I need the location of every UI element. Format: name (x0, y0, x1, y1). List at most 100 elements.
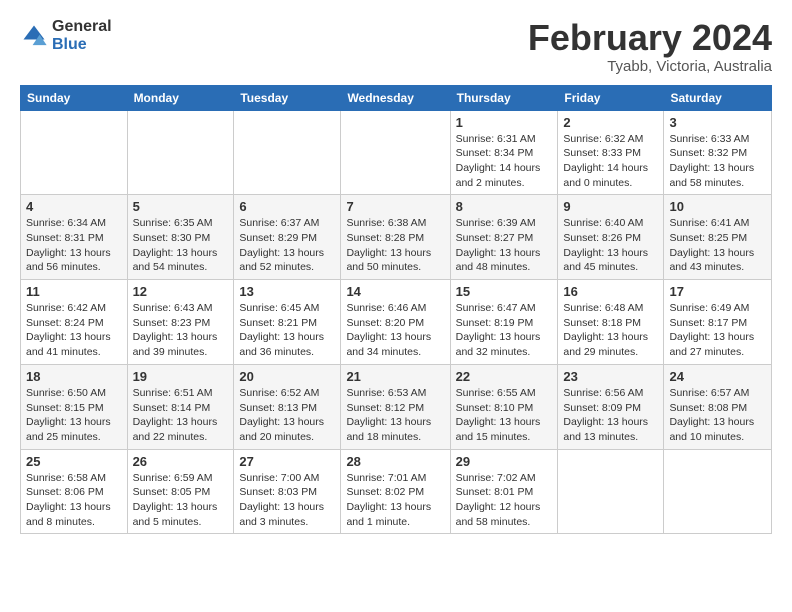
day-info: Sunrise: 6:32 AMSunset: 8:33 PMDaylight:… (563, 132, 658, 191)
day-number: 21 (346, 369, 444, 384)
calendar-cell: 9 Sunrise: 6:40 AMSunset: 8:26 PMDaylight… (558, 195, 664, 280)
logo-general: General (52, 18, 112, 36)
day-info: Sunrise: 6:31 AMSunset: 8:34 PMDaylight:… (456, 132, 553, 191)
day-number: 2 (563, 115, 658, 130)
calendar-cell: 7 Sunrise: 6:38 AMSunset: 8:28 PMDaylight… (341, 195, 450, 280)
day-info: Sunrise: 6:43 AMSunset: 8:23 PMDaylight:… (133, 301, 229, 360)
day-info: Sunrise: 6:37 AMSunset: 8:29 PMDaylight:… (239, 216, 335, 275)
day-info: Sunrise: 6:51 AMSunset: 8:14 PMDaylight:… (133, 386, 229, 445)
day-info: Sunrise: 6:34 AMSunset: 8:31 PMDaylight:… (26, 216, 122, 275)
day-info: Sunrise: 6:33 AMSunset: 8:32 PMDaylight:… (669, 132, 766, 191)
col-header-friday: Friday (558, 85, 664, 110)
day-info: Sunrise: 6:45 AMSunset: 8:21 PMDaylight:… (239, 301, 335, 360)
calendar-cell: 29 Sunrise: 7:02 AMSunset: 8:01 PMDayligh… (450, 449, 558, 534)
calendar-cell: 2 Sunrise: 6:32 AMSunset: 8:33 PMDaylight… (558, 110, 664, 195)
day-number: 8 (456, 199, 553, 214)
day-info: Sunrise: 6:55 AMSunset: 8:10 PMDaylight:… (456, 386, 553, 445)
day-info: Sunrise: 6:47 AMSunset: 8:19 PMDaylight:… (456, 301, 553, 360)
calendar-header-row: SundayMondayTuesdayWednesdayThursdayFrid… (21, 85, 772, 110)
calendar-cell: 25 Sunrise: 6:58 AMSunset: 8:06 PMDayligh… (21, 449, 128, 534)
day-info: Sunrise: 6:46 AMSunset: 8:20 PMDaylight:… (346, 301, 444, 360)
day-info: Sunrise: 7:00 AMSunset: 8:03 PMDaylight:… (239, 471, 335, 530)
header: General Blue February 2024 Tyabb, Victor… (20, 18, 772, 75)
logo: General Blue (20, 18, 112, 53)
calendar-cell: 26Sunrise: 6:59 AMSunset: 8:05 PMDayligh… (127, 449, 234, 534)
calendar-cell: 13 Sunrise: 6:45 AMSunset: 8:21 PMDayligh… (234, 280, 341, 365)
day-info: Sunrise: 6:58 AMSunset: 8:06 PMDaylight:… (26, 471, 122, 530)
day-number: 9 (563, 199, 658, 214)
day-info: Sunrise: 7:02 AMSunset: 8:01 PMDaylight:… (456, 471, 553, 530)
day-number: 16 (563, 284, 658, 299)
calendar-cell: 15 Sunrise: 6:47 AMSunset: 8:19 PMDayligh… (450, 280, 558, 365)
calendar-cell: 20 Sunrise: 6:52 AMSunset: 8:13 PMDayligh… (234, 364, 341, 449)
calendar-cell: 14 Sunrise: 6:46 AMSunset: 8:20 PMDayligh… (341, 280, 450, 365)
calendar-cell (234, 110, 341, 195)
page: General Blue February 2024 Tyabb, Victor… (0, 0, 792, 544)
day-info: Sunrise: 6:50 AMSunset: 8:15 PMDaylight:… (26, 386, 122, 445)
day-info: Sunrise: 6:57 AMSunset: 8:08 PMDaylight:… (669, 386, 766, 445)
calendar-cell: 21 Sunrise: 6:53 AMSunset: 8:12 PMDayligh… (341, 364, 450, 449)
day-number: 19 (133, 369, 229, 384)
calendar-week-row: 11 Sunrise: 6:42 AMSunset: 8:24 PMDayligh… (21, 280, 772, 365)
day-number: 25 (26, 454, 122, 469)
day-number: 13 (239, 284, 335, 299)
col-header-saturday: Saturday (664, 85, 772, 110)
logo-icon (20, 22, 48, 50)
calendar-cell: 24 Sunrise: 6:57 AMSunset: 8:08 PMDayligh… (664, 364, 772, 449)
day-info: Sunrise: 6:38 AMSunset: 8:28 PMDaylight:… (346, 216, 444, 275)
day-number: 10 (669, 199, 766, 214)
day-number: 11 (26, 284, 122, 299)
calendar-week-row: 4 Sunrise: 6:34 AMSunset: 8:31 PMDaylight… (21, 195, 772, 280)
day-info: Sunrise: 6:42 AMSunset: 8:24 PMDaylight:… (26, 301, 122, 360)
day-number: 22 (456, 369, 553, 384)
day-info: Sunrise: 6:39 AMSunset: 8:27 PMDaylight:… (456, 216, 553, 275)
day-info: Sunrise: 6:48 AMSunset: 8:18 PMDaylight:… (563, 301, 658, 360)
day-info: Sunrise: 6:41 AMSunset: 8:25 PMDaylight:… (669, 216, 766, 275)
day-info: Sunrise: 6:53 AMSunset: 8:12 PMDaylight:… (346, 386, 444, 445)
day-info: Sunrise: 6:59 AMSunset: 8:05 PMDaylight:… (133, 471, 229, 530)
day-number: 27 (239, 454, 335, 469)
title-area: February 2024 Tyabb, Victoria, Australia (528, 18, 772, 75)
day-number: 17 (669, 284, 766, 299)
calendar-cell (558, 449, 664, 534)
calendar-cell: 19 Sunrise: 6:51 AMSunset: 8:14 PMDayligh… (127, 364, 234, 449)
day-number: 23 (563, 369, 658, 384)
day-number: 7 (346, 199, 444, 214)
calendar-cell: 1 Sunrise: 6:31 AMSunset: 8:34 PMDaylight… (450, 110, 558, 195)
calendar-cell (127, 110, 234, 195)
day-number: 20 (239, 369, 335, 384)
day-number: 15 (456, 284, 553, 299)
calendar-cell: 23 Sunrise: 6:56 AMSunset: 8:09 PMDayligh… (558, 364, 664, 449)
calendar-week-row: 18 Sunrise: 6:50 AMSunset: 8:15 PMDayligh… (21, 364, 772, 449)
calendar-cell: 10 Sunrise: 6:41 AMSunset: 8:25 PMDayligh… (664, 195, 772, 280)
col-header-monday: Monday (127, 85, 234, 110)
month-title: February 2024 (528, 18, 772, 58)
day-number: 18 (26, 369, 122, 384)
day-number: 6 (239, 199, 335, 214)
day-number: 29 (456, 454, 553, 469)
col-header-thursday: Thursday (450, 85, 558, 110)
calendar: SundayMondayTuesdayWednesdayThursdayFrid… (20, 85, 772, 535)
day-info: Sunrise: 7:01 AMSunset: 8:02 PMDaylight:… (346, 471, 444, 530)
day-number: 28 (346, 454, 444, 469)
col-header-wednesday: Wednesday (341, 85, 450, 110)
day-info: Sunrise: 6:52 AMSunset: 8:13 PMDaylight:… (239, 386, 335, 445)
calendar-cell: 6 Sunrise: 6:37 AMSunset: 8:29 PMDaylight… (234, 195, 341, 280)
calendar-cell (21, 110, 128, 195)
day-number: 14 (346, 284, 444, 299)
day-number: 4 (26, 199, 122, 214)
calendar-week-row: 25 Sunrise: 6:58 AMSunset: 8:06 PMDayligh… (21, 449, 772, 534)
day-number: 24 (669, 369, 766, 384)
calendar-cell: 11 Sunrise: 6:42 AMSunset: 8:24 PMDayligh… (21, 280, 128, 365)
day-info: Sunrise: 6:56 AMSunset: 8:09 PMDaylight:… (563, 386, 658, 445)
calendar-cell: 3 Sunrise: 6:33 AMSunset: 8:32 PMDaylight… (664, 110, 772, 195)
day-number: 5 (133, 199, 229, 214)
calendar-cell: 17Sunrise: 6:49 AMSunset: 8:17 PMDayligh… (664, 280, 772, 365)
logo-text: General Blue (52, 18, 112, 53)
day-number: 12 (133, 284, 229, 299)
day-info: Sunrise: 6:40 AMSunset: 8:26 PMDaylight:… (563, 216, 658, 275)
calendar-cell: 28 Sunrise: 7:01 AMSunset: 8:02 PMDayligh… (341, 449, 450, 534)
day-number: 1 (456, 115, 553, 130)
day-number: 3 (669, 115, 766, 130)
day-info: Sunrise: 6:35 AMSunset: 8:30 PMDaylight:… (133, 216, 229, 275)
